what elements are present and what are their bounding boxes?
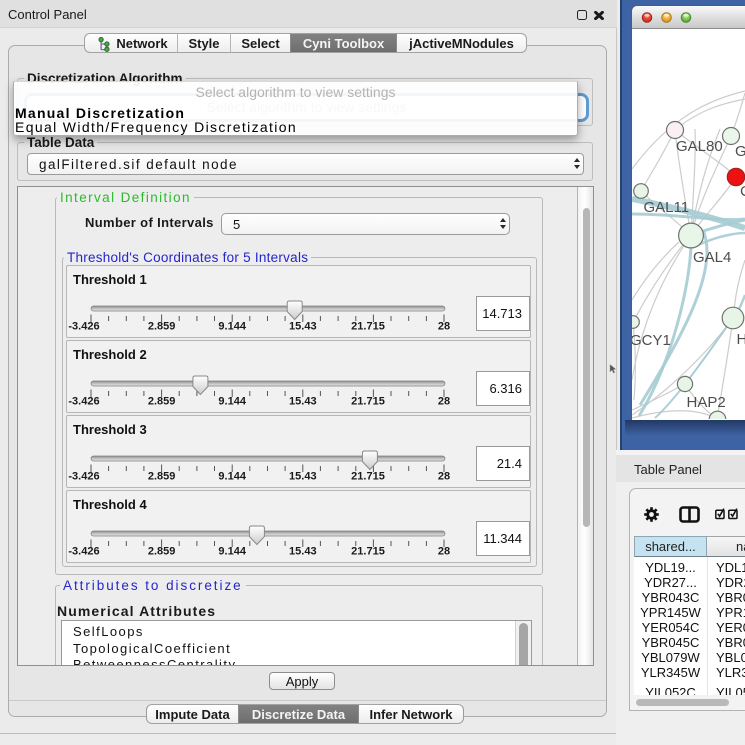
svg-text:21.715: 21.715 xyxy=(351,471,385,483)
svg-text:9.144: 9.144 xyxy=(218,321,246,333)
svg-text:-3.426: -3.426 xyxy=(68,546,99,558)
svg-text:-3.426: -3.426 xyxy=(68,321,99,333)
svg-text:GAL80: GAL80 xyxy=(676,138,723,155)
svg-text:9.144: 9.144 xyxy=(218,546,246,558)
svg-text:-3.426: -3.426 xyxy=(68,471,99,483)
svg-text:GAL4: GAL4 xyxy=(693,249,731,266)
svg-text:28: 28 xyxy=(438,471,450,483)
svg-text:28: 28 xyxy=(438,396,450,408)
svg-text:GAL11: GAL11 xyxy=(644,199,690,216)
svg-text:2.859: 2.859 xyxy=(148,546,176,558)
svg-text:15.43: 15.43 xyxy=(289,396,317,408)
svg-text:H: H xyxy=(737,331,745,348)
svg-text:9.144: 9.144 xyxy=(218,396,246,408)
svg-text:28: 28 xyxy=(438,321,450,333)
svg-text:21.715: 21.715 xyxy=(351,321,385,333)
svg-text:GA: GA xyxy=(735,143,745,160)
svg-text:2.859: 2.859 xyxy=(148,321,176,333)
svg-text:HAP2: HAP2 xyxy=(687,394,726,411)
svg-text:15.43: 15.43 xyxy=(289,471,317,483)
svg-text:28: 28 xyxy=(438,546,450,558)
svg-text:9.144: 9.144 xyxy=(218,471,246,483)
svg-text:-3.426: -3.426 xyxy=(68,396,99,408)
svg-text:2.859: 2.859 xyxy=(148,471,176,483)
svg-text:21.715: 21.715 xyxy=(351,546,385,558)
svg-text:GCY1: GCY1 xyxy=(632,332,671,349)
svg-text:C: C xyxy=(740,183,745,200)
svg-text:15.43: 15.43 xyxy=(289,321,317,333)
svg-text:21.715: 21.715 xyxy=(351,396,385,408)
svg-text:15.43: 15.43 xyxy=(289,546,317,558)
svg-text:2.859: 2.859 xyxy=(148,396,176,408)
